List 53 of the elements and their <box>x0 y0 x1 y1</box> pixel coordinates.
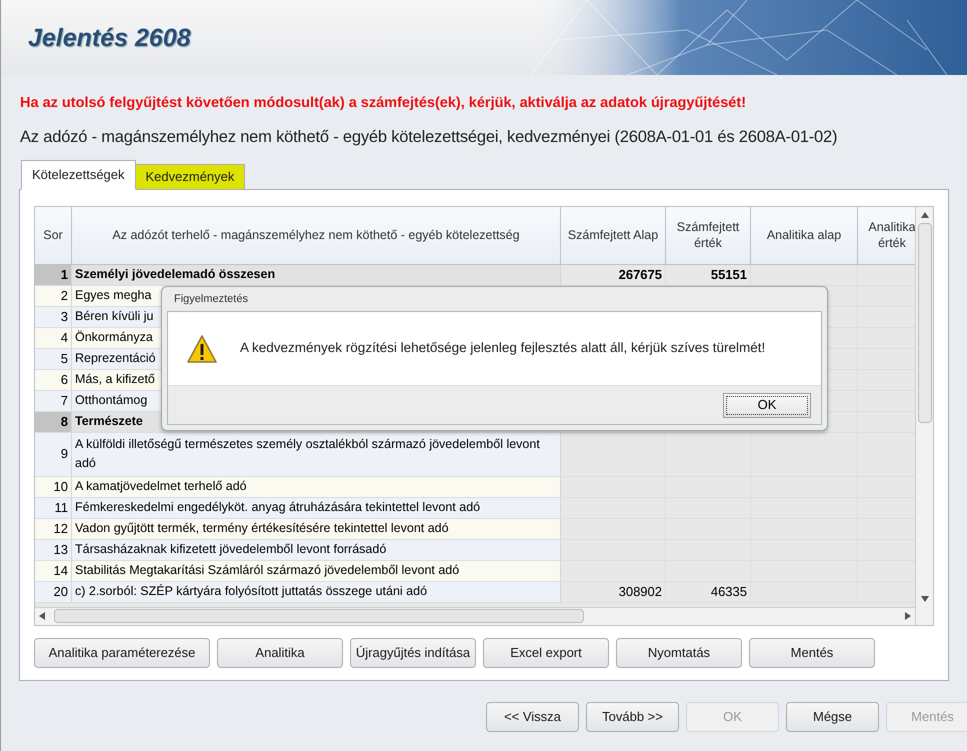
column-header[interactable]: Sor <box>35 206 72 264</box>
row-number: 13 <box>35 540 72 560</box>
row-number: 12 <box>35 518 72 538</box>
column-header[interactable]: Számfejtett Alap <box>561 206 666 264</box>
footer-button[interactable]: << Vissza <box>486 702 579 732</box>
column-header[interactable]: Az adózót terhelő - magánszemélyhez nem köthető - egyéb kötelezettség <box>72 206 561 264</box>
row-number: 8 <box>35 412 72 432</box>
vertical-scrollbar[interactable] <box>915 206 933 624</box>
footer-button[interactable]: Mégse <box>786 702 879 732</box>
column-header[interactable]: Számfejtett érték <box>666 206 751 264</box>
row-number: 5 <box>35 348 72 368</box>
scroll-right-icon[interactable] <box>904 612 912 620</box>
scroll-up-icon[interactable] <box>920 210 929 218</box>
row-number: 4 <box>35 328 72 348</box>
row-number: 9 <box>35 432 72 476</box>
row-number: 7 <box>35 390 72 410</box>
table-cell: Személyi jövedelemadó összesen <box>72 264 561 284</box>
warning-text: Ha az utolsó felgyűjtést követően módosult(ak) a számfejtés(ek), kérjük, aktiválja az adatok újragyűjtését! <box>20 94 748 113</box>
ok-button[interactable]: OK <box>723 392 811 418</box>
action-button[interactable]: Újragyűjtés indítása <box>350 638 476 668</box>
horizontal-scrollbar[interactable] <box>35 606 916 624</box>
table-cell: Társasházaknak kifizetett jövedelemből levont forrásadó <box>72 540 561 560</box>
table-cell: Fémkereskedelmi engedélyköt. anyag átruházására tekintettel levont adó <box>72 498 561 518</box>
row-number: 10 <box>35 476 72 496</box>
row-number: 2 <box>35 286 72 306</box>
warning-icon <box>186 334 218 364</box>
table-cell: A kamatjövedelmet terhelő adó <box>72 476 561 496</box>
row-number: 14 <box>35 560 72 580</box>
tab[interactable]: Kötelezettségek <box>21 160 136 190</box>
action-button[interactable]: Excel export <box>483 638 609 668</box>
row-number: 6 <box>35 370 72 390</box>
column-header[interactable]: Analitika alap <box>751 206 858 264</box>
dialog-title: Figyelmeztetés <box>173 292 249 307</box>
row-number: 20 <box>35 582 72 602</box>
action-button[interactable]: Mentés <box>749 638 875 668</box>
table-cell: c) 2.sorból: SZÉP kártyára folyósított juttatás összege utáni adó <box>72 582 561 602</box>
section-subtitle: Az adózó - magánszemélyhez nem köthető - egyéb kötelezettségei, kedvezményei (2608A-01-01 és 2608A-01-02) <box>20 126 838 148</box>
scroll-left-icon[interactable] <box>38 612 46 620</box>
row-number: 3 <box>35 306 72 326</box>
table-cell: A külföldi illetőségű természetes személy osztalékból származó jövedelemből levont adó <box>72 432 561 476</box>
table-cell: Vadon gyűjtött termék, termény értékesítésére tekintettel levont adó <box>72 518 561 538</box>
scrollbar-thumb[interactable] <box>54 609 584 623</box>
app-title: Jelentés 2608 <box>28 23 192 54</box>
table-cell: Stabilitás Megtakarítási Számláról származó jövedelemből levont adó <box>72 560 561 580</box>
row-number: 1 <box>35 264 72 284</box>
action-button[interactable]: Analitika paraméterezése <box>34 638 210 668</box>
tab[interactable]: Kedvezmények <box>136 164 246 190</box>
scrollbar-thumb[interactable] <box>918 222 932 422</box>
action-button[interactable]: Nyomtatás <box>616 638 742 668</box>
scroll-down-icon[interactable] <box>920 594 929 602</box>
row-number: 11 <box>35 498 72 518</box>
footer-button[interactable]: Tovább >> <box>586 702 679 732</box>
action-button[interactable]: Analitika <box>217 638 343 668</box>
